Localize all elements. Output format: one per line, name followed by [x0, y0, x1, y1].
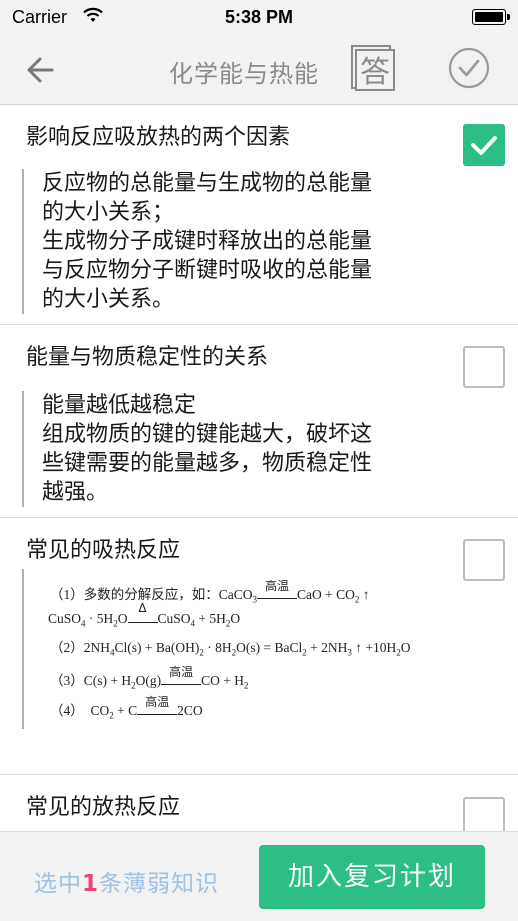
add-to-review-plan-button[interactable]: 加入复习计划 — [259, 845, 485, 909]
clock: 5:38 PM — [224, 7, 294, 27]
selected-prefix: 选中 — [34, 871, 82, 897]
item-body: 反应物的总能量与生成物的总能量 的大小关系； 生成物分子成键时释放出的总能量 与… — [22, 169, 372, 314]
body-line: 与反应物分子断键时吸收的总能量 — [42, 258, 373, 283]
equation-line-5: （4） CO2 + C 高温 2CO — [50, 695, 203, 721]
knowledge-list: 影响反应吸放热的两个因素 反应物的总能量与生成物的总能量 的大小关系； 生成物分… — [0, 105, 518, 831]
item-checkbox[interactable] — [463, 346, 505, 388]
body-line: 的大小关系。 — [42, 287, 175, 312]
list-item[interactable]: 常见的放热反应 — [0, 775, 518, 831]
list-item[interactable]: 常见的吸热反应 （1）多数的分解反应，如：CaCO3 高温 CaO + CO2 ↑ … — [0, 518, 518, 775]
item-checkbox[interactable] — [463, 539, 505, 581]
body-line: 的大小关系； — [42, 200, 175, 225]
item-checkbox-checked[interactable] — [463, 124, 505, 166]
selected-count: 1 — [82, 871, 100, 897]
item-title: 能量与物质稳定性的关系 — [26, 345, 269, 370]
checkmark-icon — [471, 136, 497, 155]
answer-sheet-button[interactable]: 答 — [348, 44, 396, 92]
selected-suffix: 条薄弱知识 — [99, 871, 220, 897]
nav-bar: 化学能与热能 答 — [0, 34, 518, 105]
reaction-equations-image: （1）多数的分解反应，如：CaCO3 高温 CaO + CO2 ↑ CuSO4 · … — [22, 569, 454, 729]
list-item[interactable]: 影响反应吸放热的两个因素 反应物的总能量与生成物的总能量 的大小关系； 生成物分… — [0, 105, 518, 325]
equation-line-3: （2）2NH4Cl(s) + Ba(OH)2 · 8H2O(s) = BaCl2… — [50, 640, 411, 658]
answer-label: 答 — [360, 55, 390, 90]
equation-line-1: （1）多数的分解反应，如：CaCO3 高温 CaO + CO2 ↑ — [50, 579, 370, 605]
item-title: 常见的吸热反应 — [26, 538, 181, 563]
equation-line-4: （3）C(s) + H2O(g) 高温 CO + H2 — [50, 665, 249, 691]
body-line: 越强。 — [42, 480, 109, 505]
item-checkbox[interactable] — [463, 797, 505, 831]
status-bar: Carrier 5:38 PM — [0, 0, 518, 34]
body-line: 能量越低越稳定 — [42, 393, 197, 418]
confirm-check-icon[interactable] — [448, 47, 490, 89]
item-title: 常见的放热反应 — [26, 795, 181, 820]
body-line: 些键需要的能量越多，物质稳定性 — [42, 451, 373, 476]
list-item[interactable]: 能量与物质稳定性的关系 能量越低越稳定 组成物质的键的键能越大，破坏这 些键需要… — [0, 325, 518, 518]
body-line: 生成物分子成键时释放出的总能量 — [42, 229, 373, 254]
page-title: 化学能与热能 — [169, 60, 319, 88]
item-title: 影响反应吸放热的两个因素 — [26, 125, 291, 150]
selected-count-text: 选中1条薄弱知识 — [34, 864, 219, 898]
body-line: 反应物的总能量与生成物的总能量 — [42, 171, 373, 196]
body-line: 组成物质的键的键能越大，破坏这 — [42, 422, 373, 447]
equation-line-2: CuSO4 · 5H2O Δ CuSO4 + 5H2O — [48, 601, 241, 629]
bottom-bar: 选中1条薄弱知识 加入复习计划 — [0, 831, 518, 921]
battery-icon — [472, 9, 510, 25]
item-body: 能量越低越稳定 组成物质的键的键能越大，破坏这 些键需要的能量越多，物质稳定性 … — [22, 391, 372, 507]
